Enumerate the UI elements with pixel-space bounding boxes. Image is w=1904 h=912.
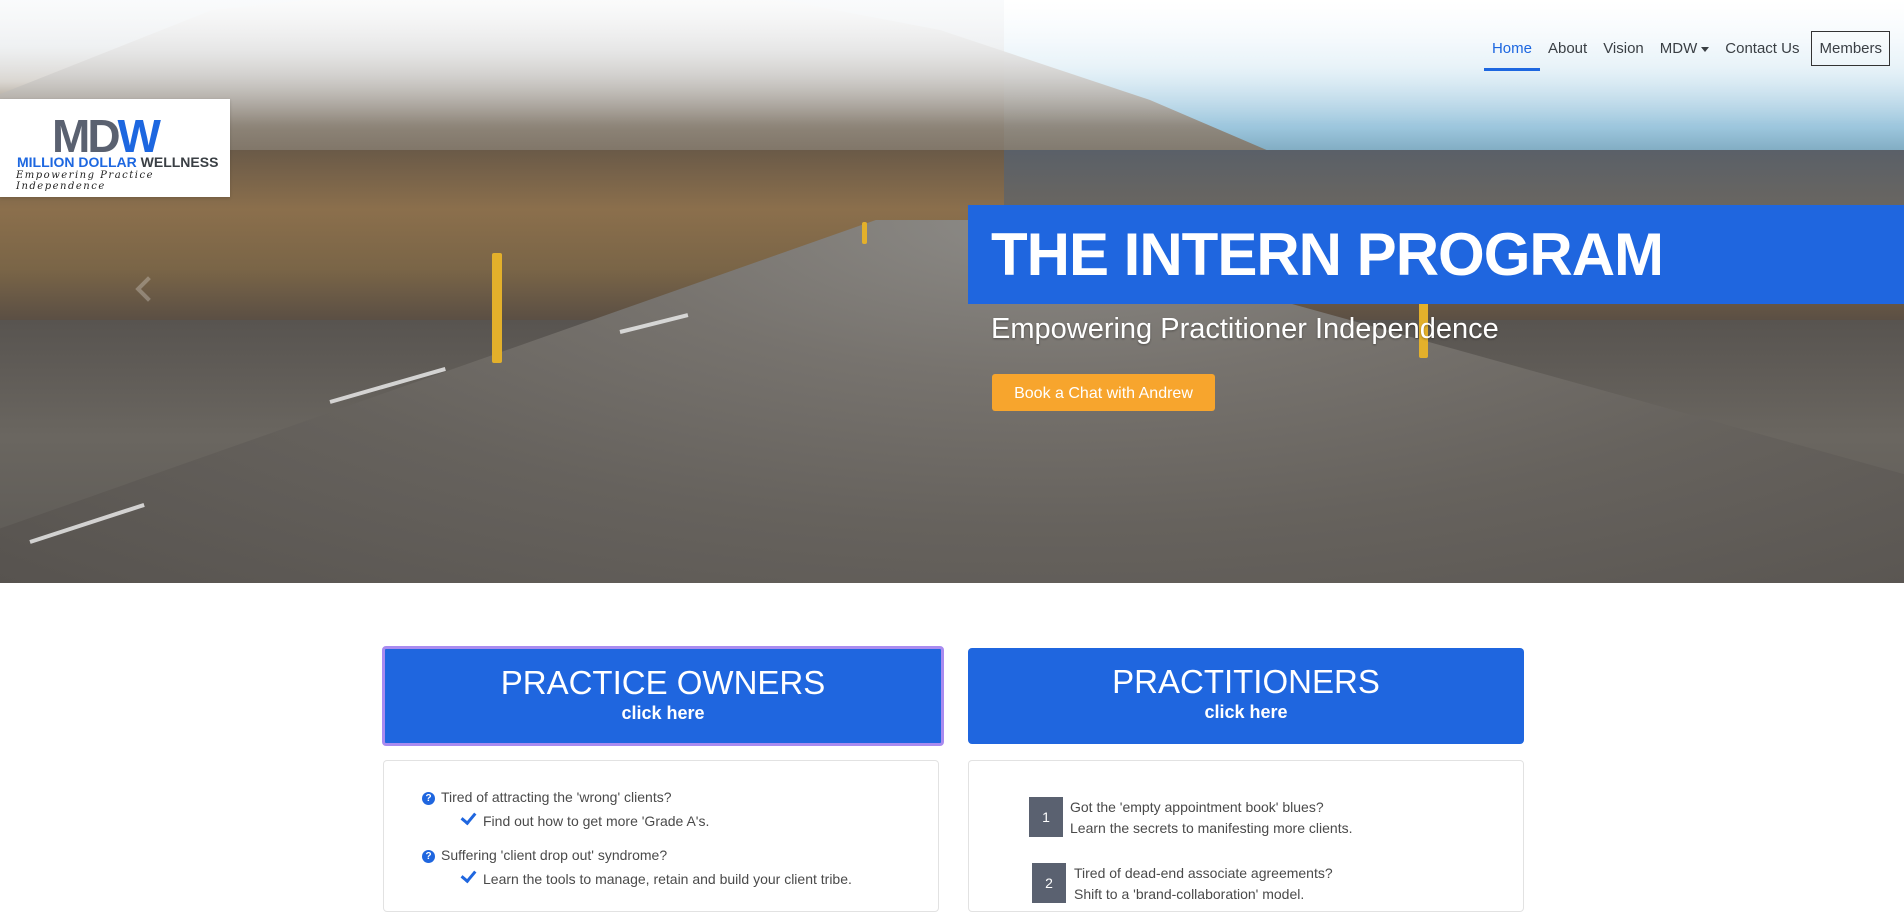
owners-question: ? Tired of attracting the 'wrong' clients… <box>422 789 672 805</box>
practitioner-item-line1: Tired of dead-end associate agreements? <box>1074 865 1333 881</box>
practitioner-item: Got the 'empty appointment book' blues? … <box>1070 797 1352 839</box>
nav-item-mdw-label: MDW <box>1659 40 1698 57</box>
members-button[interactable]: Members <box>1811 31 1890 66</box>
owners-answer-text: Find out how to get more 'Grade A's. <box>483 813 710 829</box>
question-circle-icon: ? <box>422 792 435 805</box>
hero-title-banner: THE INTERN PROGRAM <box>968 205 1904 304</box>
owners-question-text: Tired of attracting the 'wrong' clients? <box>441 789 672 805</box>
question-circle-icon: ? <box>422 850 435 863</box>
nav-item-about[interactable]: About <box>1540 30 1595 71</box>
owners-question: ? Suffering 'client drop out' syndrome? <box>422 847 667 863</box>
site-logo[interactable]: MDW MILLION DOLLAR WELLNESS Empowering P… <box>0 99 230 197</box>
road-post <box>862 222 867 244</box>
logo-tagline: Empowering Practice Independence <box>16 170 154 192</box>
nav-item-contact[interactable]: Contact Us <box>1717 30 1807 71</box>
owners-answer: Learn the tools to manage, retain and bu… <box>460 866 852 887</box>
owners-question-text: Suffering 'client drop out' syndrome? <box>441 847 668 863</box>
logo-brand-part2: WELLNESS <box>136 154 219 170</box>
logo-brand-part1: MILLION DOLLAR <box>17 154 137 170</box>
practice-owners-title: PRACTICE OWNERS <box>500 664 826 701</box>
nav-item-mdw-dropdown[interactable]: MDW <box>1652 30 1718 71</box>
owners-answer: Find out how to get more 'Grade A's. <box>460 808 710 829</box>
practice-owners-button[interactable]: PRACTICE OWNERS click here <box>382 646 944 746</box>
main-nav: Home About Vision MDW Contact Us Members <box>1483 30 1890 71</box>
nav-item-home[interactable]: Home <box>1483 30 1540 71</box>
caret-down-icon <box>1701 46 1710 52</box>
hero-subtitle: Empowering Practitioner Independence <box>991 313 1499 345</box>
owners-answer-text: Learn the tools to manage, retain and bu… <box>483 871 852 887</box>
logo-brand: MILLION DOLLAR WELLNESS <box>17 154 218 170</box>
practitioners-sub: click here <box>1204 702 1288 723</box>
practice-owners-sub: click here <box>621 703 705 724</box>
logo-mark: MDW <box>52 113 161 159</box>
practitioner-item-line1: Got the 'empty appointment book' blues? <box>1070 799 1324 815</box>
hero-title: THE INTERN PROGRAM <box>991 221 1664 288</box>
practitioners-button[interactable]: PRACTITIONERS click here <box>968 648 1524 744</box>
practitioners-panel: 1 Got the 'empty appointment book' blues… <box>968 760 1524 912</box>
practitioner-item-line2: Learn the secrets to manifesting more cl… <box>1070 820 1353 836</box>
book-chat-button[interactable]: Book a Chat with Andrew <box>992 374 1215 411</box>
practitioner-item-line2: Shift to a 'brand-collaboration' model. <box>1074 886 1305 902</box>
step-number: 2 <box>1032 863 1066 903</box>
road-post <box>492 253 502 363</box>
nav-item-vision[interactable]: Vision <box>1595 30 1652 71</box>
owners-panel: ? Tired of attracting the 'wrong' clients… <box>383 760 939 912</box>
check-icon <box>460 866 477 884</box>
check-icon <box>460 808 477 826</box>
practitioner-item: Tired of dead-end associate agreements? … <box>1074 863 1333 905</box>
step-number: 1 <box>1029 797 1063 837</box>
practitioners-title: PRACTITIONERS <box>1112 663 1380 700</box>
